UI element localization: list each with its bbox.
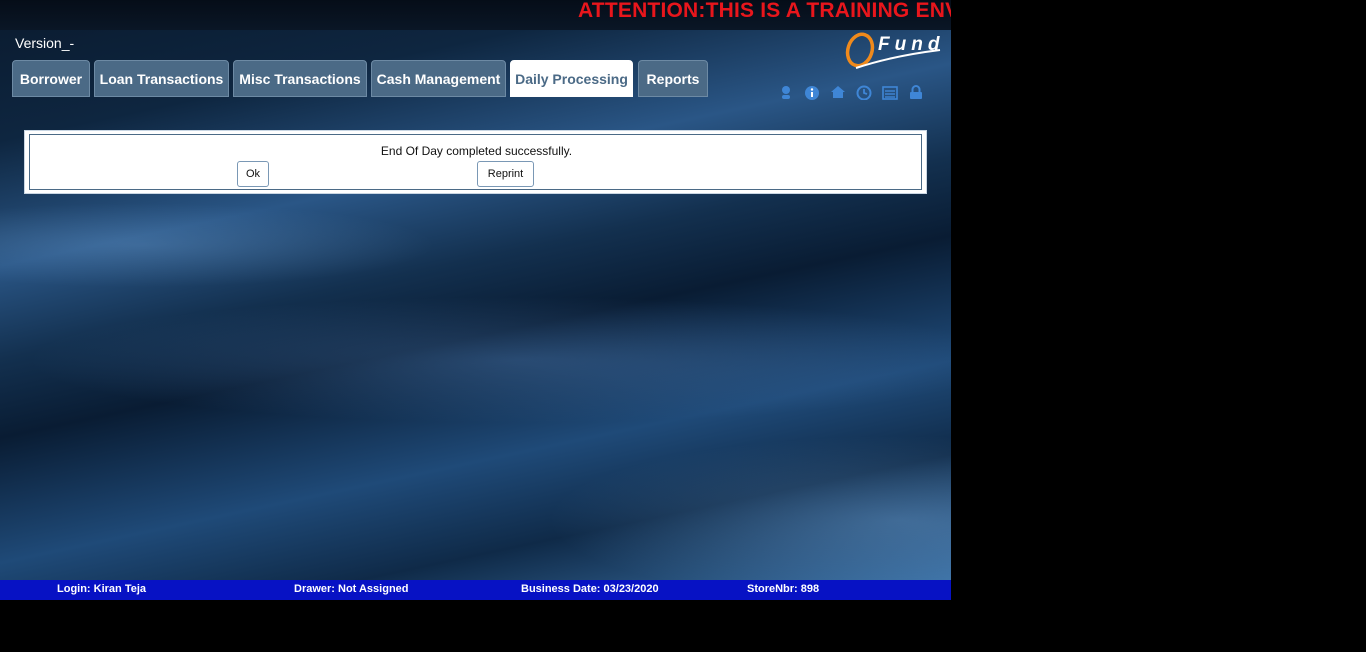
list-icon[interactable] — [882, 84, 898, 100]
tab-cash-management[interactable]: Cash Management — [371, 60, 506, 97]
clock-icon[interactable] — [856, 84, 872, 100]
qfund-logo: Fund — [842, 28, 947, 72]
lock-icon[interactable] — [908, 84, 924, 100]
reprint-button[interactable]: Reprint — [477, 161, 534, 187]
login-status: Login: Kiran Teja — [57, 583, 147, 595]
tab-loan-transactions[interactable]: Loan Transactions — [94, 60, 229, 97]
tab-borrower[interactable]: Borrower — [12, 60, 90, 97]
end-of-day-dialog: End Of Day completed successfully. Ok Re… — [24, 130, 927, 194]
tab-daily-processing[interactable]: Daily Processing — [510, 60, 633, 97]
drawer-status: Drawer: Not Assigned — [294, 583, 409, 595]
info-icon[interactable] — [804, 84, 820, 100]
tab-misc-transactions[interactable]: Misc Transactions — [233, 60, 367, 97]
dialog-panel: End Of Day completed successfully. Ok Re… — [29, 134, 922, 190]
version-label: Version_- — [15, 35, 75, 51]
home-icon[interactable] — [830, 84, 846, 100]
tab-reports[interactable]: Reports — [638, 60, 708, 97]
user-icon[interactable] — [778, 84, 794, 100]
training-warning-banner: ATTENTION:THIS IS A TRAINING ENV — [578, 0, 951, 22]
ok-button[interactable]: Ok — [237, 161, 269, 187]
status-bar: Login: Kiran Teja Drawer: Not Assigned B… — [0, 580, 951, 600]
dialog-message: End Of Day completed successfully. — [380, 144, 573, 158]
app-window: ATTENTION:THIS IS A TRAINING ENV Version… — [0, 0, 951, 580]
store-number-status: StoreNbr: 898 — [747, 583, 820, 595]
business-date-status: Business Date: 03/23/2020 — [521, 583, 659, 595]
logo-text: Fund — [878, 34, 944, 55]
